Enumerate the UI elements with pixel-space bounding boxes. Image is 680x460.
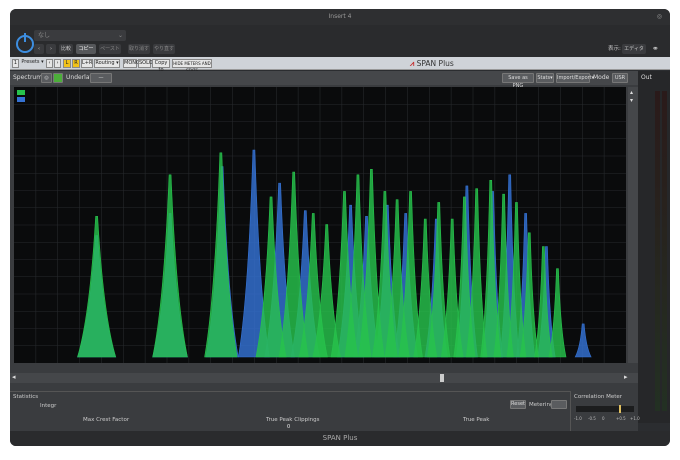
channel-l-button[interactable]: L	[63, 59, 71, 68]
underlay-toggle[interactable]	[53, 73, 63, 83]
hide-meters-button[interactable]: HIDE METERS AND STATS	[172, 59, 212, 73]
correlation-indicator	[619, 405, 621, 413]
spectrum-peak	[548, 268, 567, 358]
scroll-thumb[interactable]	[440, 374, 444, 382]
mono-button[interactable]: MONO	[123, 59, 140, 68]
correlation-panel: Correlation Meter -1.0 -0.5 0 +0.5 +1.0	[570, 391, 640, 431]
spectrum-peak	[152, 174, 188, 358]
save-png-button[interactable]: Save as PNG	[502, 73, 534, 89]
paste-button[interactable]: ペースト	[99, 44, 121, 54]
view-dropdown[interactable]: エディタ	[622, 44, 646, 54]
horizontal-scrollbar[interactable]: ◂ ▸	[10, 373, 638, 383]
preset-number[interactable]: 1	[12, 59, 19, 68]
mode-label: Mode	[593, 74, 610, 81]
preset-next-button[interactable]: ›	[54, 59, 61, 68]
metering-dropdown[interactable]	[551, 400, 567, 409]
correlation-tick-label: 0	[602, 416, 605, 421]
window-instance-label: ◎	[656, 13, 662, 20]
spectrum-peak	[204, 152, 238, 358]
chevron-down-icon: ⌄	[117, 32, 123, 39]
copy-button[interactable]: コピー	[76, 44, 96, 54]
stats-label: Stats	[537, 75, 551, 81]
reset-button[interactable]: Reset	[510, 400, 526, 409]
undo-button[interactable]: 取り消す	[128, 44, 150, 54]
preset-dropdown[interactable]: なし ⌄	[34, 30, 126, 41]
power-icon[interactable]	[16, 33, 34, 53]
correlation-label: Correlation Meter	[574, 394, 623, 400]
presets-label: Presets	[21, 59, 40, 65]
true-peak-label: True Peak	[463, 417, 490, 423]
correlation-tick-label: +0.5	[616, 416, 626, 421]
spectrum-panel: Spectrum ◎ Underlay — Save as PNG Stats▾…	[10, 71, 638, 391]
legend-swatch[interactable]	[17, 97, 25, 102]
import-export-dropdown[interactable]: Import/Export▾	[556, 73, 594, 83]
tp-clip-value: 0	[287, 424, 291, 430]
plugin-toolbar: 1 Presets ▾ ‹ › L R L+R Routing ▾ MONO S…	[10, 57, 670, 73]
scroll-right-button[interactable]: ▸	[624, 373, 628, 381]
metering-label: Metering	[529, 402, 554, 408]
chevron-left-icon: ‹	[38, 46, 40, 52]
redo-button[interactable]: やり直す	[153, 44, 175, 54]
spectrum-legend	[17, 90, 25, 104]
output-meter-bar-right	[662, 91, 667, 411]
channel-r-button[interactable]: R	[72, 59, 80, 68]
mode-dropdown[interactable]: USR	[612, 73, 628, 83]
footer-title: SPAN Plus	[322, 434, 358, 442]
copy-to-button[interactable]: Copy to	[152, 59, 170, 73]
statistics-panel: Statistics Integr Reset Metering Max Cre…	[10, 391, 570, 431]
spectrum-toolbar: Spectrum ◎ Underlay — Save as PNG Stats▾…	[10, 71, 638, 89]
scroll-down-button[interactable]: ▾	[630, 97, 633, 104]
tp-clip-label: True Peak Clippings	[266, 417, 320, 423]
import-export-label: Import/Export	[557, 75, 592, 81]
next-preset-button[interactable]: ›	[46, 44, 56, 54]
channel-lr-button[interactable]: L+R	[81, 59, 93, 68]
routing-dropdown[interactable]: Routing ▾	[94, 59, 120, 68]
preset-value: なし	[38, 32, 51, 39]
mode-value: USR	[614, 75, 626, 81]
correlation-meter-bar	[576, 406, 634, 412]
brand-mark-icon: ⩘	[410, 59, 415, 68]
routing-label: Routing	[95, 60, 115, 66]
spectrum-peak	[77, 215, 117, 358]
underlay-dropdown[interactable]: —	[90, 73, 112, 83]
plugin-window: Insert 4 ◎ なし ⌄ ‹ › 比較 コピー ペースト 取り消す やり直…	[10, 9, 670, 446]
output-meter-bar-left	[655, 91, 660, 411]
legend-swatch[interactable]	[17, 90, 25, 95]
stats-dropdown[interactable]: Stats▾	[536, 73, 554, 83]
spectrum-peak	[574, 323, 592, 358]
output-meter: Out	[638, 71, 670, 423]
vertical-scrollbar[interactable]: ▴ ▾	[628, 87, 638, 363]
scroll-left-button[interactable]: ◂	[12, 373, 16, 381]
solo-button[interactable]: SOLO	[138, 59, 153, 68]
plugin-footer: SPAN Plus	[10, 431, 670, 446]
output-label: Out	[641, 74, 652, 81]
link-icon[interactable]: ⚭	[652, 44, 659, 54]
correlation-tick-label: -0.5	[588, 416, 596, 421]
max-crest-label: Max Crest Factor	[83, 417, 130, 423]
window-title: Insert 4	[328, 13, 352, 20]
brand-name: SPAN Plus	[416, 59, 454, 68]
correlation-tick-label: -1.0	[574, 416, 582, 421]
integr-label: Integr	[40, 403, 57, 409]
prev-preset-button[interactable]: ‹	[34, 44, 44, 54]
underlay-label: Underlay	[66, 74, 94, 81]
preset-prev-button[interactable]: ‹	[46, 59, 53, 68]
statistics-label: Statistics	[13, 394, 39, 400]
spectrum-plot[interactable]	[14, 87, 626, 363]
compare-button[interactable]: 比較	[59, 44, 73, 54]
reference-toggle[interactable]: ◎	[41, 73, 52, 83]
scroll-up-button[interactable]: ▴	[630, 89, 633, 96]
presets-button[interactable]: Presets ▾	[20, 59, 45, 68]
view-value: エディタ	[624, 46, 644, 52]
brand-logo: ⩘ SPAN Plus	[410, 58, 454, 69]
correlation-ticks: -1.0 -0.5 0 +0.5 +1.0	[574, 416, 640, 424]
spectrum-chart	[14, 87, 626, 363]
correlation-tick-label: +1.0	[630, 416, 640, 421]
spectrum-label: Spectrum	[13, 74, 43, 81]
window-titlebar: Insert 4 ◎	[10, 9, 670, 25]
chevron-right-icon: ›	[50, 46, 52, 52]
view-label: 表示:	[608, 46, 621, 52]
